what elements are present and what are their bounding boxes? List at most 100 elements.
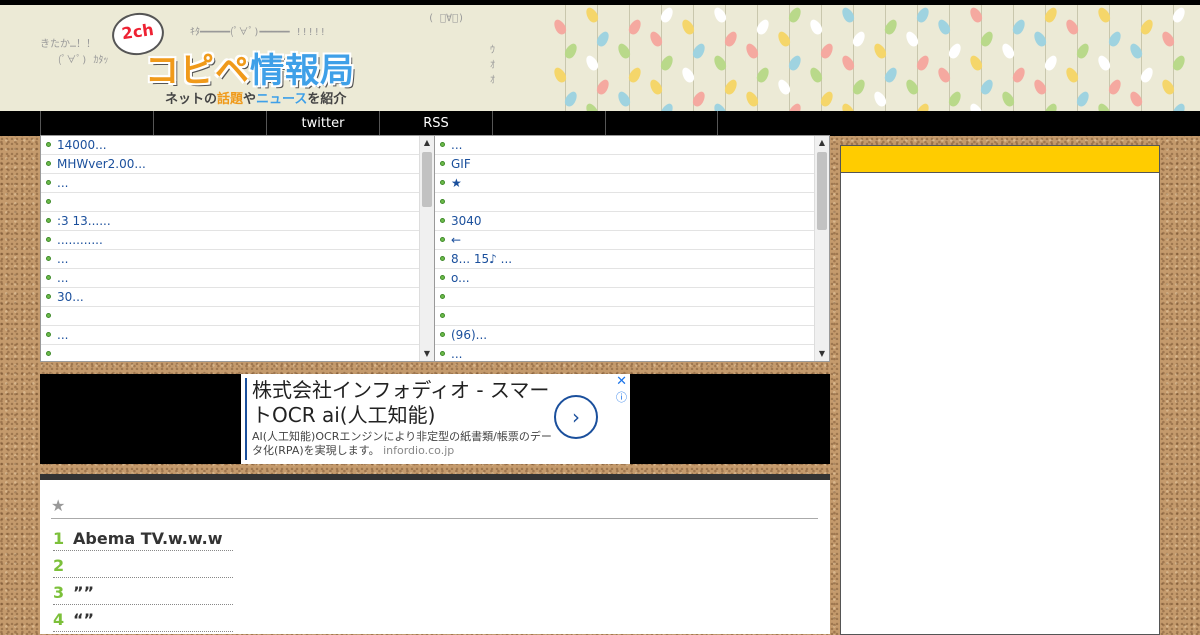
feed-right-list: ... GIF ★ 3040 ← 8... 15♪ ... o... (96)...... [435, 136, 829, 361]
feed-item[interactable]: 3040 [435, 212, 829, 231]
ad-arrow-icon[interactable]: › [554, 395, 598, 439]
logo-sub-3: や [243, 92, 257, 107]
feed-item[interactable]: GIF [435, 155, 829, 174]
logo-title: コピペ情報局 [145, 43, 355, 92]
feed-item[interactable]: ... [41, 326, 434, 345]
feed-item[interactable] [435, 288, 829, 307]
feed-item-link[interactable]: 3040 [451, 214, 482, 228]
feed-item[interactable] [435, 307, 829, 326]
feed-item[interactable] [41, 307, 434, 326]
feed-item-link[interactable]: 30... [57, 290, 84, 304]
feed-item[interactable]: ............ [41, 231, 434, 250]
ascii-art-4: ( ﾟ∀ﾟ) [428, 13, 465, 24]
feed-bullet-icon [440, 332, 445, 337]
feed-bullet-icon [46, 218, 51, 223]
feed-bullet-icon [440, 294, 445, 299]
nav-item-1[interactable] [40, 111, 153, 136]
ad-title[interactable]: 株式会社インフォディオ - スマートOCR ai(人工知能) [252, 378, 552, 428]
feed-item-link[interactable]: ★ [451, 176, 462, 190]
feed-item[interactable]: (96)... [435, 326, 829, 345]
feed-item-link[interactable]: ← [451, 233, 461, 247]
feed-item[interactable]: MHWver2.00... [41, 155, 434, 174]
leaf-stem [949, 5, 950, 111]
feed-item[interactable]: ... [435, 345, 829, 361]
feed-item-link[interactable]: ... [451, 347, 462, 361]
ranking-item[interactable]: 1 Abema TV.w.w.w [53, 524, 233, 551]
ad-info-icon[interactable]: ⓘ [616, 389, 627, 405]
feed-item-link[interactable]: 8... 15♪ ... [451, 252, 512, 266]
ad-close-icon[interactable]: ✕ [616, 374, 627, 390]
feed-bullet-icon [440, 199, 445, 204]
feed-bullet-icon [440, 351, 445, 356]
feed-item[interactable]: ... [41, 250, 434, 269]
feed-bullet-icon [46, 351, 51, 356]
feed-item-link[interactable]: ............ [57, 233, 103, 247]
feed-item[interactable]: :3 13...... [41, 212, 434, 231]
ad-accent-bar [245, 378, 247, 460]
ad-domain: infordio.co.jp [383, 444, 455, 457]
ranking-number: 1 [53, 529, 65, 548]
feed-item-link[interactable]: ... [57, 271, 68, 285]
sidebar [840, 145, 1160, 635]
antenna-feed-left: 14000... MHWver2.00...... :3 13...........… [40, 135, 435, 362]
ranking-title[interactable]: ”” [73, 583, 94, 602]
sidebar-header [840, 145, 1160, 173]
feed-item-link[interactable]: ... [57, 252, 68, 266]
feed-item[interactable]: 14000... [41, 136, 434, 155]
ranking-title[interactable]: “” [73, 610, 94, 629]
feed-item[interactable]: o... [435, 269, 829, 288]
scroll-thumb[interactable] [422, 152, 432, 207]
logo-title-part2: 情報局 [250, 51, 355, 91]
nav-item-6[interactable] [605, 111, 718, 136]
nav-item-rss[interactable]: RSS [379, 111, 492, 136]
leaf-stem [1013, 5, 1014, 111]
ranking-item[interactable]: 2 [53, 551, 233, 578]
scroll-thumb[interactable] [817, 152, 827, 230]
feed-item-link[interactable]: GIF [451, 157, 471, 171]
feed-item[interactable]: ... [435, 136, 829, 155]
feed-bullet-icon [46, 180, 51, 185]
ranking-title[interactable]: Abema TV.w.w.w [73, 529, 223, 548]
feed-item[interactable] [41, 193, 434, 212]
feed-item-link[interactable]: o... [451, 271, 470, 285]
nav-item-5[interactable] [492, 111, 605, 136]
scroll-up-arrow-icon[interactable]: ▲ [815, 136, 829, 150]
feed-item[interactable] [435, 193, 829, 212]
feed-item-link[interactable]: :3 13...... [57, 214, 111, 228]
feed-bullet-icon [46, 237, 51, 242]
feed-item-link[interactable]: (96)... [451, 328, 487, 342]
feed-bullet-icon [46, 142, 51, 147]
feed-right-scrollbar[interactable]: ▲ ▼ [814, 136, 829, 361]
feed-bullet-icon [46, 161, 51, 166]
nav-item-twitter[interactable]: twitter [266, 111, 379, 136]
leaf-stem [1077, 5, 1078, 111]
feed-item[interactable] [41, 345, 434, 361]
feed-item[interactable]: 30... [41, 288, 434, 307]
nav-item-2[interactable] [153, 111, 266, 136]
feed-item-link[interactable]: ... [57, 176, 68, 190]
feed-left-scrollbar[interactable]: ▲ ▼ [419, 136, 434, 361]
feed-item-link[interactable]: ... [57, 328, 68, 342]
ranking-header-star: ★ [51, 496, 818, 519]
feed-item-link[interactable]: MHWver2.00... [57, 157, 146, 171]
ranking-number: 4 [53, 610, 65, 629]
feed-item[interactable]: ... [41, 269, 434, 288]
feed-item[interactable]: ★ [435, 174, 829, 193]
logo-title-part1: コピペ [145, 51, 250, 91]
feed-item[interactable]: ... [41, 174, 434, 193]
feed-item-link[interactable]: ... [451, 138, 462, 152]
feed-item[interactable]: ← [435, 231, 829, 250]
scroll-up-arrow-icon[interactable]: ▲ [420, 136, 434, 150]
feed-bullet-icon [46, 256, 51, 261]
logo-subtitle: ネットの話題やニュースを紹介 [165, 88, 346, 107]
scroll-down-arrow-icon[interactable]: ▼ [420, 347, 434, 361]
ranking-item[interactable]: 4 “” [53, 605, 233, 632]
ranking-item[interactable]: 3 ”” [53, 578, 233, 605]
sidebar-body [840, 172, 1160, 635]
feed-item[interactable]: 8... 15♪ ... [435, 250, 829, 269]
feed-bullet-icon [46, 313, 51, 318]
ad-banner[interactable]: 株式会社インフォディオ - スマートOCR ai(人工知能) AI(人工知能)O… [241, 374, 630, 464]
feed-item-link[interactable]: 14000... [57, 138, 107, 152]
scroll-down-arrow-icon[interactable]: ▼ [815, 347, 829, 361]
ranking-number: 3 [53, 583, 65, 602]
